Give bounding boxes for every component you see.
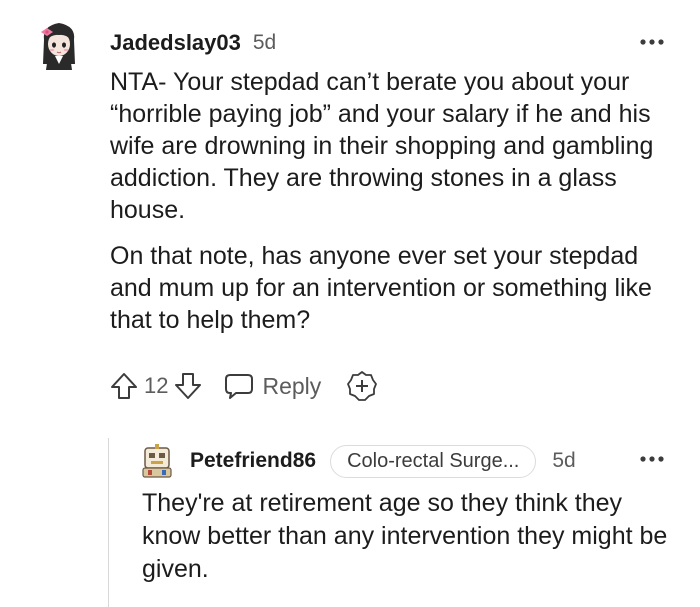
- thread-line[interactable]: [108, 438, 109, 607]
- timestamp[interactable]: 5d: [552, 449, 575, 473]
- user-flair: Colo-rectal Surge...: [330, 444, 537, 478]
- more-options-button[interactable]: [638, 447, 666, 471]
- award-button[interactable]: [345, 369, 379, 403]
- arrow-down-icon: [175, 373, 202, 399]
- vote-count: 12: [144, 373, 169, 398]
- anime-girl-avatar: [41, 23, 75, 70]
- comment-action-bar: 12 Reply: [106, 368, 379, 404]
- more-dots-icon: [640, 456, 664, 462]
- comment-meta: Jadedslay03 5d: [110, 28, 276, 58]
- reply-label: Reply: [262, 372, 322, 399]
- more-options-button[interactable]: [638, 30, 666, 54]
- timestamp[interactable]: 5d: [253, 31, 276, 55]
- robot-avatar: [142, 444, 172, 478]
- user-avatar[interactable]: [140, 444, 174, 478]
- comment-thread: Jadedslay03 5d NTA- Your stepdad can’t b…: [0, 0, 700, 607]
- award-plus-icon: [347, 371, 378, 401]
- user-avatar[interactable]: [38, 18, 80, 72]
- reply-button[interactable]: Reply: [224, 372, 321, 400]
- username[interactable]: Jadedslay03: [110, 30, 241, 56]
- upvote-button[interactable]: [106, 368, 142, 404]
- arrow-up-icon: [111, 373, 137, 399]
- reply-meta: Petefriend86 Colo-rectal Surge... 5d: [190, 443, 576, 479]
- downvote-button[interactable]: [170, 368, 206, 404]
- comment-body: NTA- Your stepdad can’t berate you about…: [110, 66, 680, 350]
- username[interactable]: Petefriend86: [190, 449, 316, 473]
- comment-paragraph: NTA- Your stepdad can’t berate you about…: [110, 68, 654, 224]
- reply-body: They're at retirement age so they think …: [142, 489, 668, 583]
- speech-bubble-icon: [225, 374, 254, 399]
- comment-paragraph: On that note, has anyone ever set your s…: [110, 242, 652, 334]
- more-dots-icon: [640, 39, 664, 45]
